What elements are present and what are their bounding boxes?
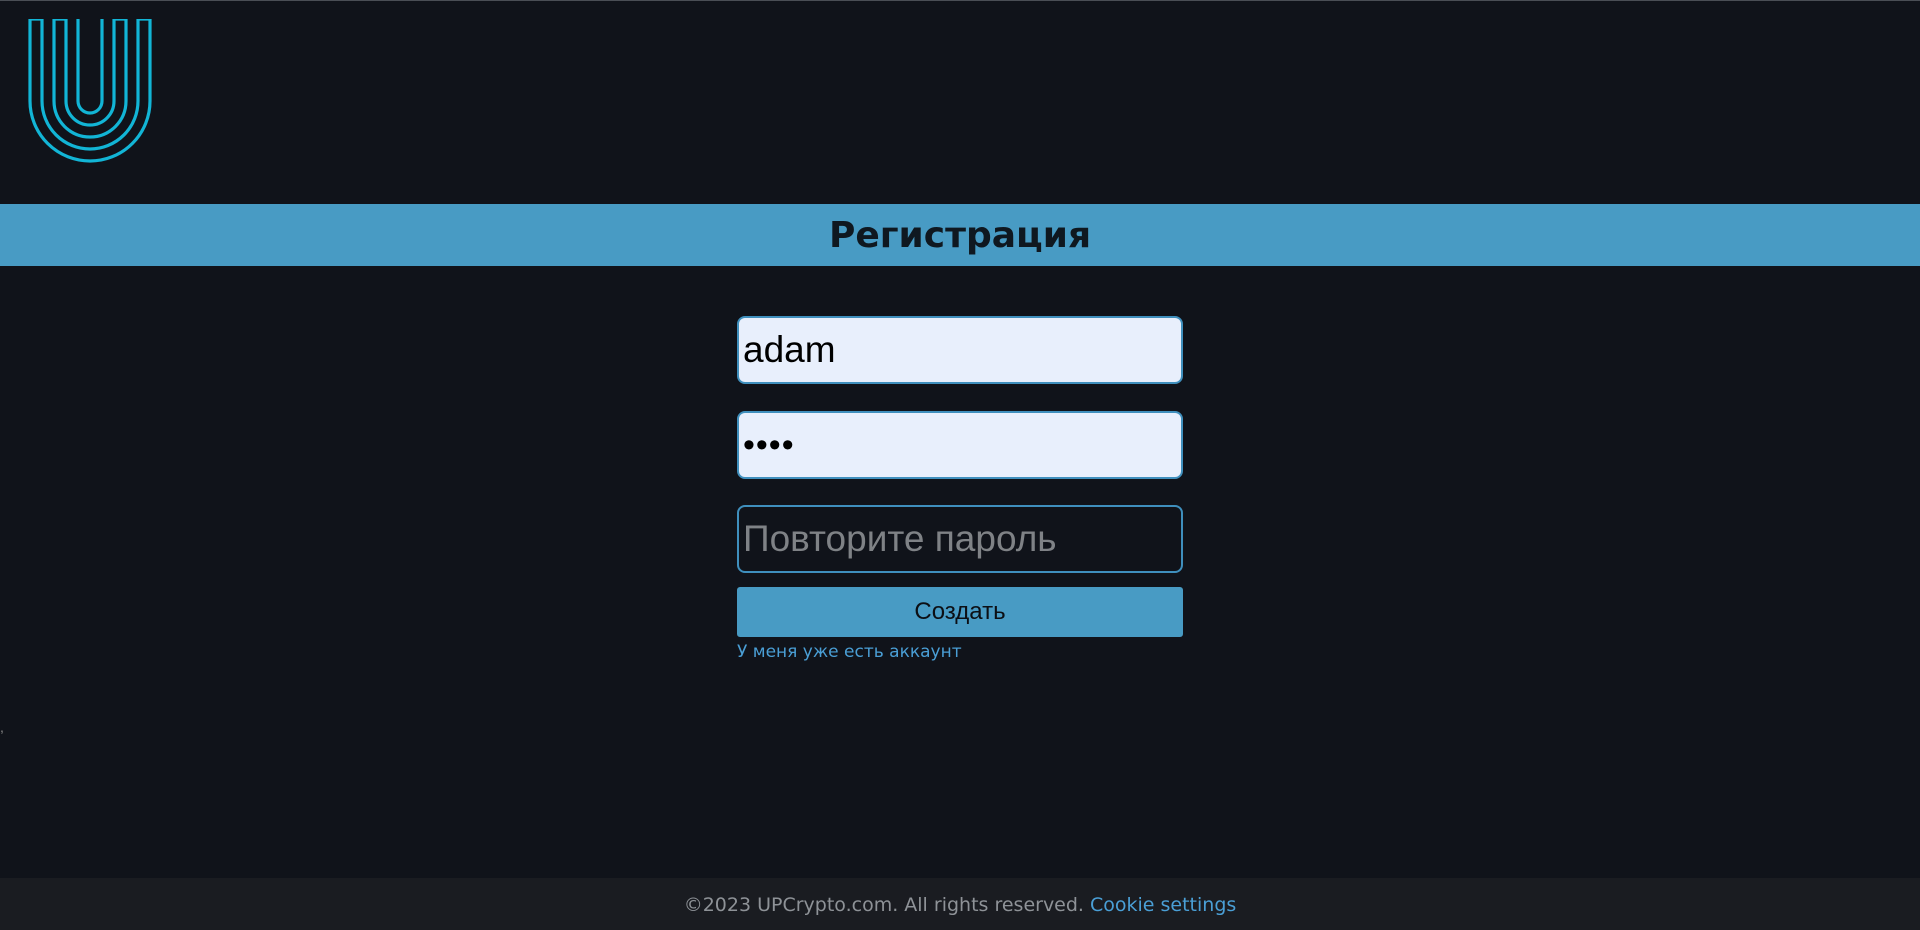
cookie-settings-link[interactable]: Cookie settings [1090, 894, 1236, 916]
password-input[interactable] [737, 411, 1183, 479]
confirm-password-input[interactable] [737, 505, 1183, 573]
login-link[interactable]: У меня уже есть аккаунт [737, 642, 962, 662]
stray-text: , [0, 719, 4, 735]
copyright-text: ©2023 UPCrypto.com. All rights reserved. [683, 893, 1084, 916]
page-title: Регистрация [828, 214, 1092, 256]
registration-form: Создать У меня уже есть аккаунт [737, 316, 1183, 662]
up-logo-icon[interactable] [28, 19, 152, 163]
footer: ©2023 UPCrypto.com. All rights reserved.… [0, 878, 1920, 930]
title-banner: Регистрация [0, 204, 1920, 266]
create-button[interactable]: Создать [737, 587, 1183, 637]
registration-page: Регистрация Создать У меня уже есть акка… [0, 0, 1920, 930]
username-input[interactable] [737, 316, 1183, 384]
